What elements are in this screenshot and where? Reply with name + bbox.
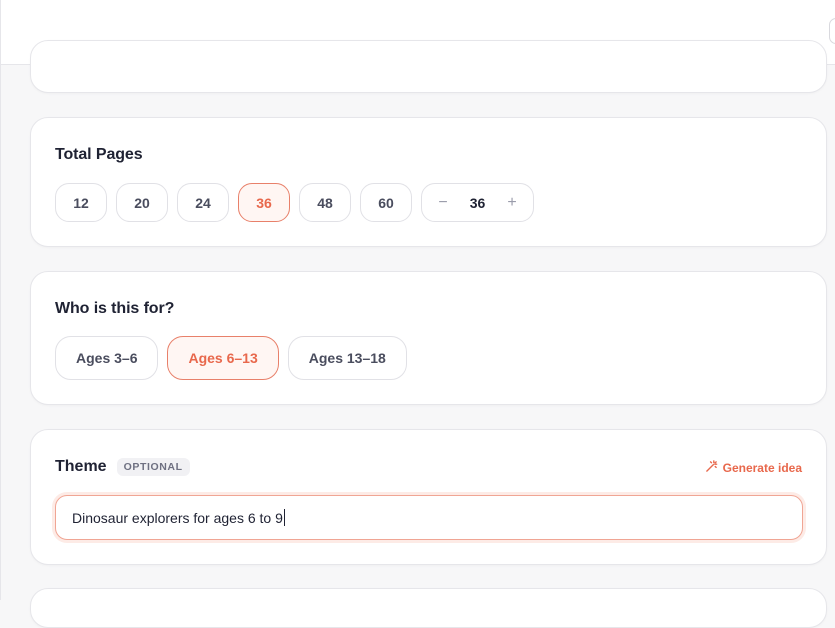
section-title: Theme	[55, 458, 107, 475]
age-option-3-6[interactable]: Ages 3–6	[55, 336, 159, 380]
generate-idea-button[interactable]: Generate idea	[705, 460, 802, 476]
optional-badge: OPTIONAL	[116, 458, 190, 476]
age-option-13-18[interactable]: Ages 13–18	[287, 336, 407, 380]
audience-card: Who is this for? Ages 3–6 Ages 6–13 Ages…	[30, 271, 827, 405]
page-option-36[interactable]: 36	[238, 183, 290, 222]
age-options: Ages 3–6 Ages 6–13 Ages 13–18	[55, 336, 407, 380]
theme-card: Theme OPTIONAL Generate idea Dinosaur ex…	[30, 429, 827, 565]
generate-idea-label: Generate idea	[722, 461, 802, 475]
page-option-20[interactable]: 20	[116, 183, 168, 222]
scroll-handle[interactable]	[829, 18, 835, 44]
magic-wand-icon	[705, 460, 718, 476]
page-count-stepper: − 36 +	[421, 183, 534, 222]
previous-section-card	[30, 40, 827, 93]
increment-button[interactable]: +	[505, 194, 519, 212]
page-options: 12 20 24 36 48 60 − 36 +	[55, 183, 534, 222]
page-option-60[interactable]: 60	[360, 183, 412, 222]
page-count-value: 36	[469, 194, 486, 211]
theme-header: Theme OPTIONAL	[55, 458, 190, 476]
page-option-12[interactable]: 12	[55, 183, 107, 222]
theme-input-value: Dinosaur explorers for ages 6 to 9	[72, 509, 283, 526]
theme-input[interactable]: Dinosaur explorers for ages 6 to 9	[55, 495, 803, 540]
section-title: Who is this for?	[55, 300, 175, 317]
next-section-card	[30, 588, 827, 628]
age-option-6-13[interactable]: Ages 6–13	[167, 336, 279, 380]
text-caret	[283, 509, 285, 526]
page-option-24[interactable]: 24	[177, 183, 229, 222]
page-option-48[interactable]: 48	[299, 183, 351, 222]
section-title: Total Pages	[55, 146, 143, 163]
total-pages-card: Total Pages 12 20 24 36 48 60 − 36 +	[30, 117, 827, 247]
divider	[0, 65, 1, 600]
decrement-button[interactable]: −	[436, 194, 450, 212]
